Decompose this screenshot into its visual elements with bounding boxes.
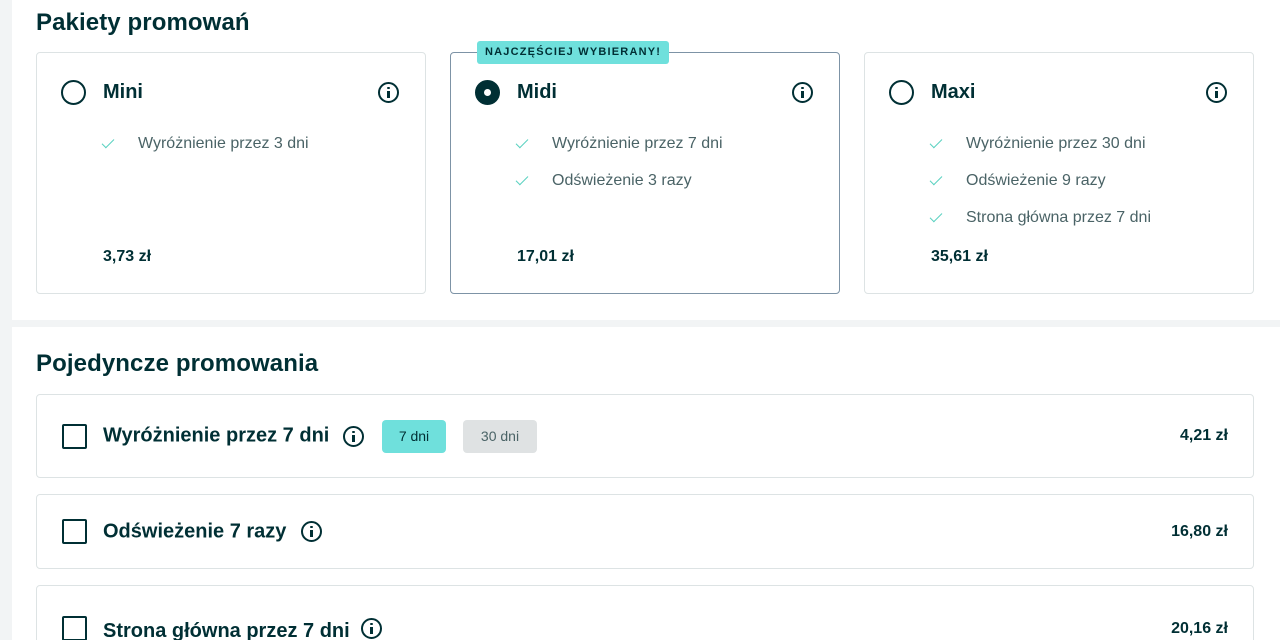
radio-maxi[interactable] — [889, 80, 914, 105]
promotion-price: 16,80 zł — [1171, 522, 1228, 540]
package-name: Maxi — [931, 81, 976, 103]
promotion-title: Wyróżnienie przez 7 dni — [103, 424, 330, 447]
package-name: Mini — [103, 81, 143, 103]
feature-item: Wyróżnienie przez 30 dni — [931, 125, 1151, 162]
package-name: Midi — [517, 81, 557, 103]
feature-item: Wyróżnienie przez 7 dni — [517, 125, 723, 162]
checkbox-refresh[interactable] — [62, 519, 87, 544]
feature-item: Wyróżnienie przez 3 dni — [103, 125, 309, 162]
promotion-row-refresh[interactable]: Odświeżenie 7 razy 16,80 zł — [36, 494, 1254, 569]
info-icon[interactable] — [361, 617, 382, 639]
check-icon — [931, 135, 966, 153]
packages-panel: Pakiety promowań Mini Wyróżnienie przez … — [12, 0, 1280, 320]
feature-list: Wyróżnienie przez 3 dni — [103, 125, 309, 162]
promotion-row-highlight[interactable]: Wyróżnienie przez 7 dni 7 dni 30 dni 4,2… — [36, 394, 1254, 478]
check-icon — [931, 172, 966, 190]
package-card-midi[interactable]: NAJCZĘŚCIEJ WYBIERANY! Midi Wyróżnienie … — [450, 41, 840, 294]
promotion-title: Strona główna przez 7 dni — [103, 619, 350, 640]
duration-option-7-days[interactable]: 7 dni — [382, 419, 446, 453]
promotion-price: 20,16 zł — [1171, 619, 1228, 637]
feature-list: Wyróżnienie przez 7 dni Odświeżenie 3 ra… — [517, 125, 723, 199]
feature-text: Wyróżnienie przez 3 dni — [138, 134, 309, 152]
single-promotions-title: Pojedyncze promowania — [36, 350, 319, 377]
feature-item: Odświeżenie 3 razy — [517, 162, 723, 199]
checkbox-highlight[interactable] — [62, 423, 87, 449]
check-icon — [103, 135, 138, 153]
check-icon — [931, 209, 966, 227]
promotion-row-homepage[interactable]: Strona główna przez 7 dni 20,16 zł — [36, 585, 1254, 640]
feature-text: Wyróżnienie przez 30 dni — [966, 134, 1146, 152]
packages-title: Pakiety promowań — [36, 9, 250, 36]
duration-option-30-days[interactable]: 30 dni — [463, 419, 537, 453]
info-icon[interactable] — [378, 82, 399, 103]
feature-item: Odświeżenie 9 razy — [931, 162, 1151, 199]
checkbox-homepage[interactable] — [62, 615, 87, 640]
check-icon — [517, 172, 552, 190]
info-icon[interactable] — [343, 425, 364, 447]
radio-midi[interactable] — [475, 80, 500, 105]
package-price: 3,73 zł — [103, 248, 152, 265]
promotion-price: 4,21 zł — [1179, 427, 1228, 444]
package-price: 35,61 zł — [931, 248, 988, 265]
feature-text: Strona główna przez 7 dni — [966, 208, 1151, 226]
check-icon — [517, 135, 552, 153]
feature-item: Strona główna przez 7 dni — [931, 199, 1151, 236]
feature-text: Odświeżenie 3 razy — [552, 171, 692, 189]
info-icon[interactable] — [792, 82, 813, 103]
package-card-mini[interactable]: Mini Wyróżnienie przez 3 dni 3,73 zł — [36, 52, 426, 294]
package-price: 17,01 zł — [517, 248, 574, 265]
most-chosen-badge: NAJCZĘŚCIEJ WYBIERANY! — [477, 41, 670, 64]
promotion-title: Odświeżenie 7 razy — [103, 520, 287, 542]
feature-text: Wyróżnienie przez 7 dni — [552, 134, 723, 152]
info-icon[interactable] — [1206, 82, 1227, 103]
feature-list: Wyróżnienie przez 30 dni Odświeżenie 9 r… — [931, 125, 1151, 236]
radio-mini[interactable] — [61, 80, 86, 105]
info-icon[interactable] — [301, 521, 322, 542]
feature-text: Odświeżenie 9 razy — [966, 171, 1106, 189]
single-promotions-panel: Pojedyncze promowania Wyróżnienie przez … — [12, 327, 1280, 640]
package-card-maxi[interactable]: Maxi Wyróżnienie przez 30 dni Odświeżeni… — [864, 52, 1254, 294]
